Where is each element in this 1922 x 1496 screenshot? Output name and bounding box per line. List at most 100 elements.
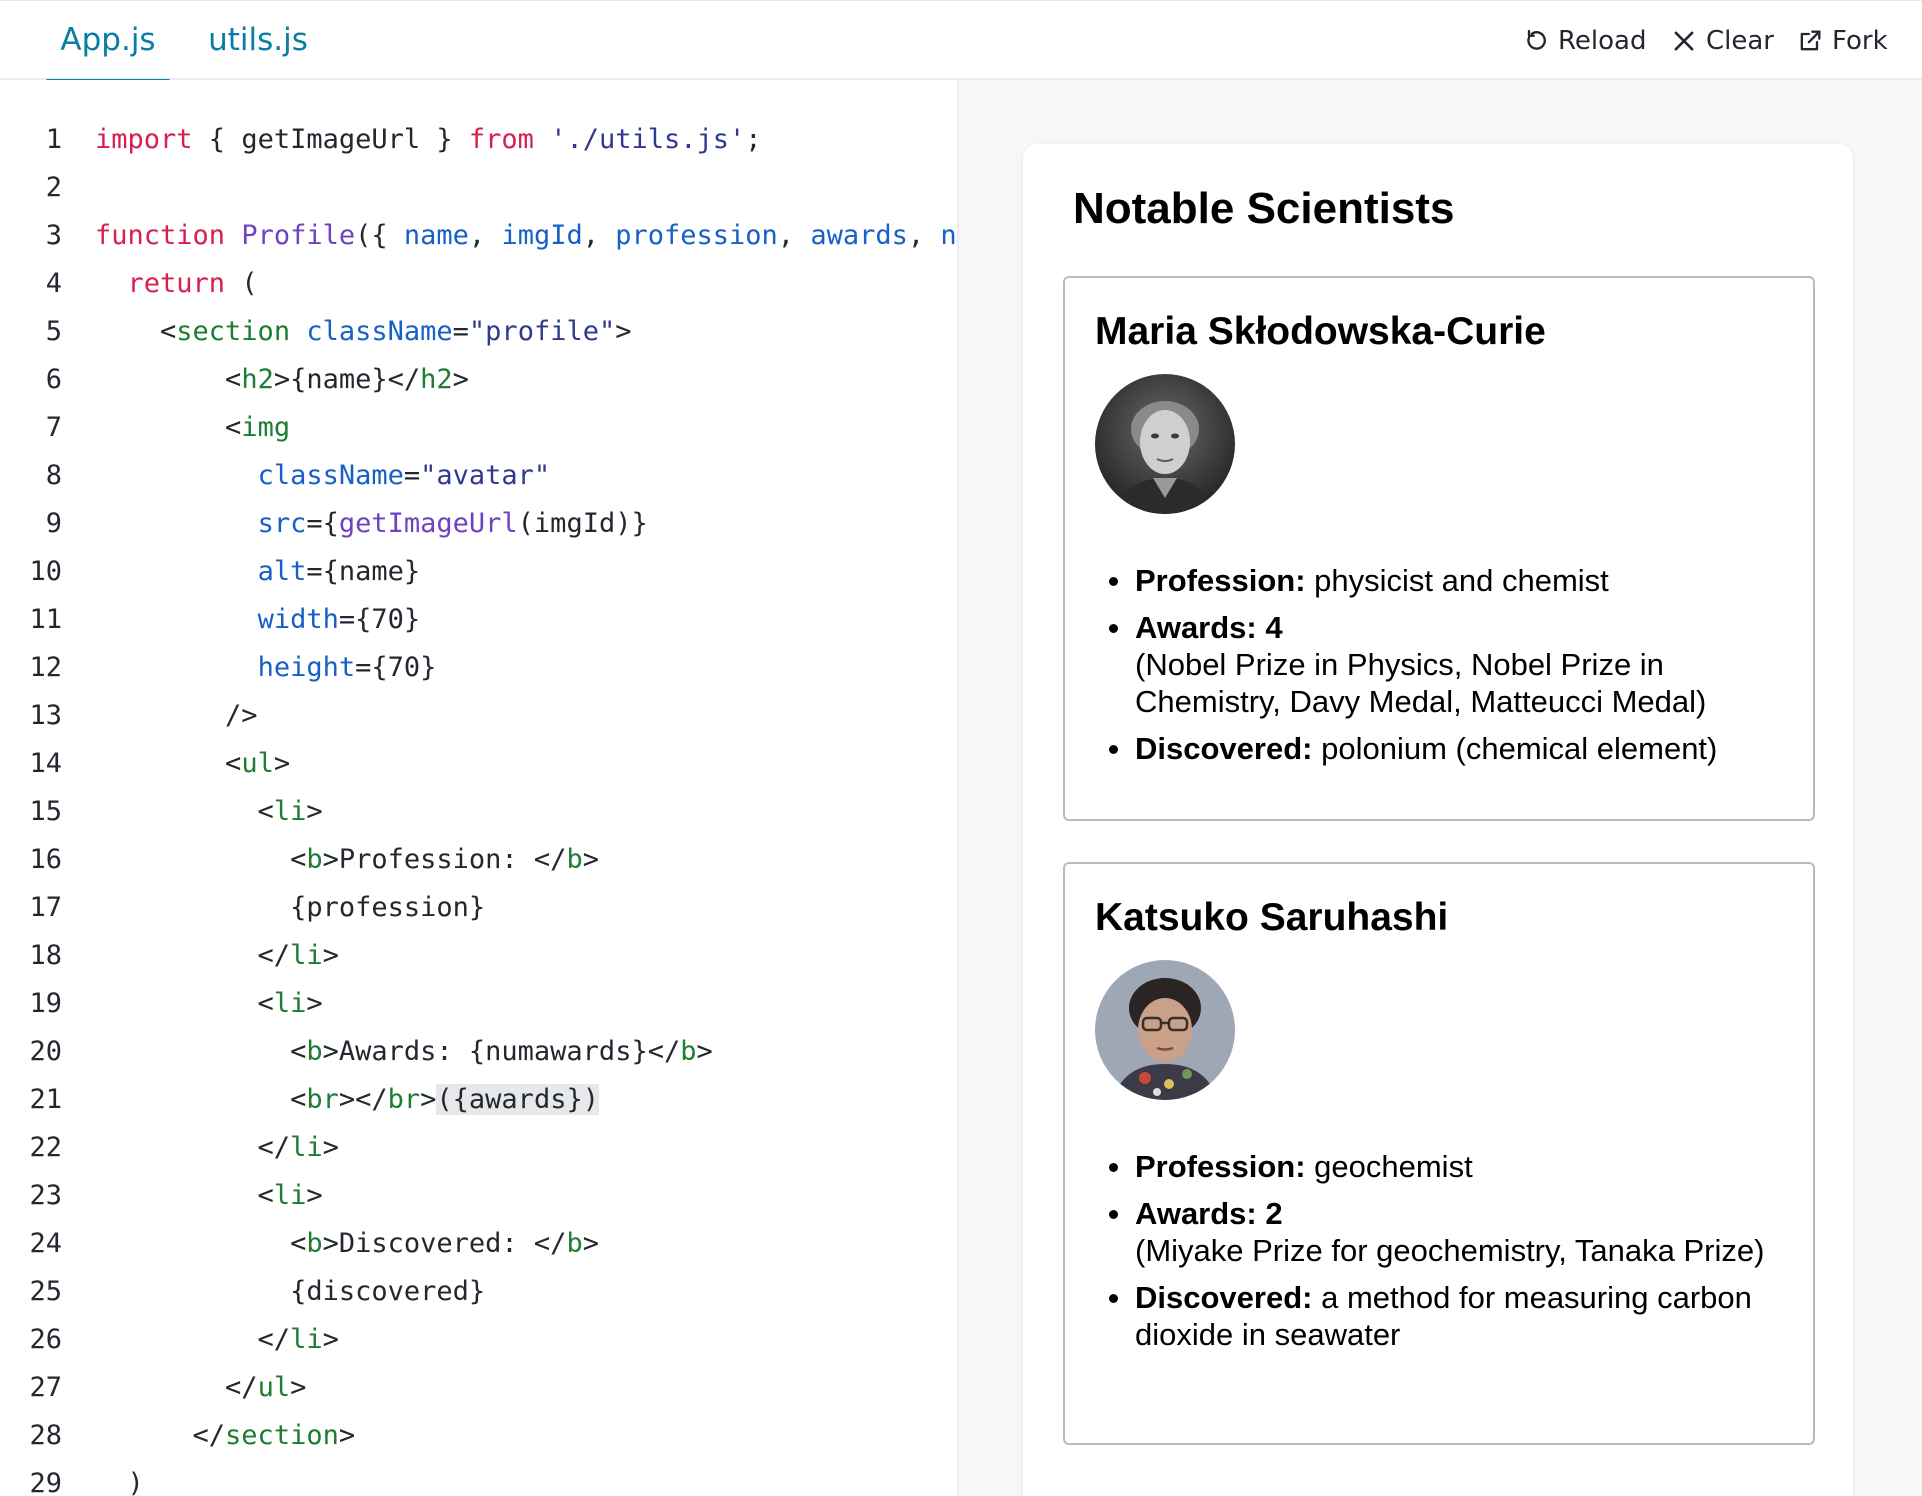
preview-pane: Notable Scientists Maria Skłodowska-Curi… <box>959 80 1922 1496</box>
line-number: 27 <box>29 1372 62 1403</box>
code-text[interactable]: ) <box>95 1460 144 1496</box>
code-text[interactable]: </section> <box>95 1412 356 1460</box>
code-text[interactable]: </li> <box>95 1124 339 1172</box>
list-item-awards: Awards: 4 (Nobel Prize in Physics, Nobel … <box>1109 609 1785 720</box>
code-token: < <box>95 316 177 347</box>
tab-utils-js[interactable]: utils.js <box>194 1 322 81</box>
clear-button[interactable]: Clear <box>1670 1 1774 81</box>
line-number: 18 <box>29 940 62 971</box>
code-line[interactable]: 22 </li> <box>0 1124 958 1172</box>
code-token: b <box>306 1036 323 1067</box>
code-line[interactable]: 17 {profession} <box>0 884 958 932</box>
code-text[interactable]: {profession} <box>95 884 485 932</box>
code-text[interactable]: </li> <box>95 932 339 980</box>
line-number: 9 <box>45 508 62 539</box>
code-line[interactable]: 4 return ( <box>0 260 958 308</box>
code-text[interactable]: <ul> <box>95 740 290 788</box>
code-editor[interactable]: 1 import { getImageUrl } from './utils.js… <box>0 80 958 1496</box>
profile-card: Maria Skłodowska-Curie Profession: physi… <box>1063 276 1815 821</box>
code-line[interactable]: 9 src={getImageUrl(imgId)} <box>0 500 958 548</box>
code-line[interactable]: 11 width={70} <box>0 596 958 644</box>
line-number: 11 <box>29 604 62 635</box>
line-number: 29 <box>29 1468 62 1496</box>
code-line[interactable]: 26 </li> <box>0 1316 958 1364</box>
clear-label: Clear <box>1706 26 1774 56</box>
code-token: li <box>273 1180 307 1211</box>
code-token: > <box>420 1084 437 1115</box>
code-line[interactable]: 7 <img <box>0 404 958 452</box>
code-text[interactable]: <img <box>95 404 290 452</box>
code-text[interactable]: <b>Awards: {numawards}</b> <box>95 1028 713 1076</box>
code-text[interactable]: height={70} <box>95 644 437 692</box>
external-link-icon <box>1796 27 1824 55</box>
code-token: >{name}</ <box>273 364 421 395</box>
code-text[interactable]: {discovered} <box>95 1268 485 1316</box>
code-token: < <box>95 748 242 779</box>
code-line[interactable]: 28 </section> <box>0 1412 958 1460</box>
code-line[interactable]: 20 <b>Awards: {numawards}</b> <box>0 1028 958 1076</box>
code-text[interactable]: <br></br>({awards}) <box>95 1076 599 1124</box>
profile-details-list: Profession: geochemist Awards: 2 (Miyake … <box>1109 1148 1785 1363</box>
code-text[interactable]: <li> <box>95 788 323 836</box>
avatar <box>1095 960 1235 1100</box>
code-line[interactable]: 19 <li> <box>0 980 958 1028</box>
code-line[interactable]: 21 <br></br>({awards}) <box>0 1076 958 1124</box>
code-text[interactable]: import { getImageUrl } from './utils.js'… <box>95 116 762 164</box>
code-line[interactable]: 14 <ul> <box>0 740 958 788</box>
code-text[interactable]: className="avatar" <box>95 452 551 500</box>
code-text[interactable]: <li> <box>95 980 323 1028</box>
code-text[interactable]: <h2>{name}</h2> <box>95 356 469 404</box>
code-line[interactable]: 15 <li> <box>0 788 958 836</box>
awards-value: (Miyake Prize for geochemistry, Tanaka P… <box>1135 1233 1765 1268</box>
code-token: import <box>95 124 193 155</box>
code-line[interactable]: 18 </li> <box>0 932 958 980</box>
code-line[interactable]: 23 <li> <box>0 1172 958 1220</box>
code-text[interactable]: <section className="profile"> <box>95 308 631 356</box>
code-token: > <box>582 1228 599 1259</box>
code-line[interactable]: 5 <section className="profile"> <box>0 308 958 356</box>
code-token: b <box>306 1228 323 1259</box>
code-text[interactable]: <b>Discovered: </b> <box>95 1220 599 1268</box>
code-text[interactable]: src={getImageUrl(imgId)} <box>95 500 648 548</box>
code-token: li <box>273 988 307 1019</box>
code-line[interactable]: 3 function Profile({ name, imgId, profess… <box>0 212 958 260</box>
code-token: > <box>322 940 339 971</box>
code-text[interactable]: <b>Profession: </b> <box>95 836 599 884</box>
fork-button[interactable]: Fork <box>1796 1 1888 81</box>
code-text[interactable]: return ( <box>95 260 258 308</box>
code-text[interactable]: /> <box>95 692 258 740</box>
code-text[interactable]: width={70} <box>95 596 421 644</box>
code-line[interactable]: 13 /> <box>0 692 958 740</box>
code-line[interactable]: 25 {discovered} <box>0 1268 958 1316</box>
code-token: , <box>468 220 502 251</box>
code-line[interactable]: 1 import { getImageUrl } from './utils.js… <box>0 116 958 164</box>
line-number: 15 <box>29 796 62 827</box>
code-text[interactable]: alt={name} <box>95 548 421 596</box>
code-token: ( <box>225 268 258 299</box>
code-token: </ <box>95 1420 226 1451</box>
code-token: profession <box>615 220 778 251</box>
line-number: 25 <box>29 1276 62 1307</box>
code-text[interactable]: </li> <box>95 1316 339 1364</box>
code-token: ={70} <box>338 604 421 635</box>
tab-app-js[interactable]: App.js <box>46 1 170 82</box>
code-line[interactable]: 29 ) <box>0 1460 958 1496</box>
code-line[interactable]: 2 <box>0 164 958 212</box>
code-text[interactable]: function Profile({ name, imgId, professi… <box>95 212 957 260</box>
code-token: className <box>257 460 404 491</box>
code-token: ul <box>241 748 274 779</box>
code-text[interactable]: <li> <box>95 1172 323 1220</box>
code-token: < <box>95 1228 307 1259</box>
code-line[interactable]: 6 <h2>{name}</h2> <box>0 356 958 404</box>
code-line[interactable]: 27 </ul> <box>0 1364 958 1412</box>
code-text[interactable]: </ul> <box>95 1364 306 1412</box>
reload-button[interactable]: Reload <box>1522 1 1646 81</box>
code-line[interactable]: 16 <b>Profession: </b> <box>0 836 958 884</box>
code-line[interactable]: 10 alt={name} <box>0 548 958 596</box>
code-line[interactable]: 24 <b>Discovered: </b> <box>0 1220 958 1268</box>
code-token: width <box>257 604 339 635</box>
code-line[interactable]: 8 className="avatar" <box>0 452 958 500</box>
code-line[interactable]: 12 height={70} <box>0 644 958 692</box>
line-number: 5 <box>45 316 62 347</box>
